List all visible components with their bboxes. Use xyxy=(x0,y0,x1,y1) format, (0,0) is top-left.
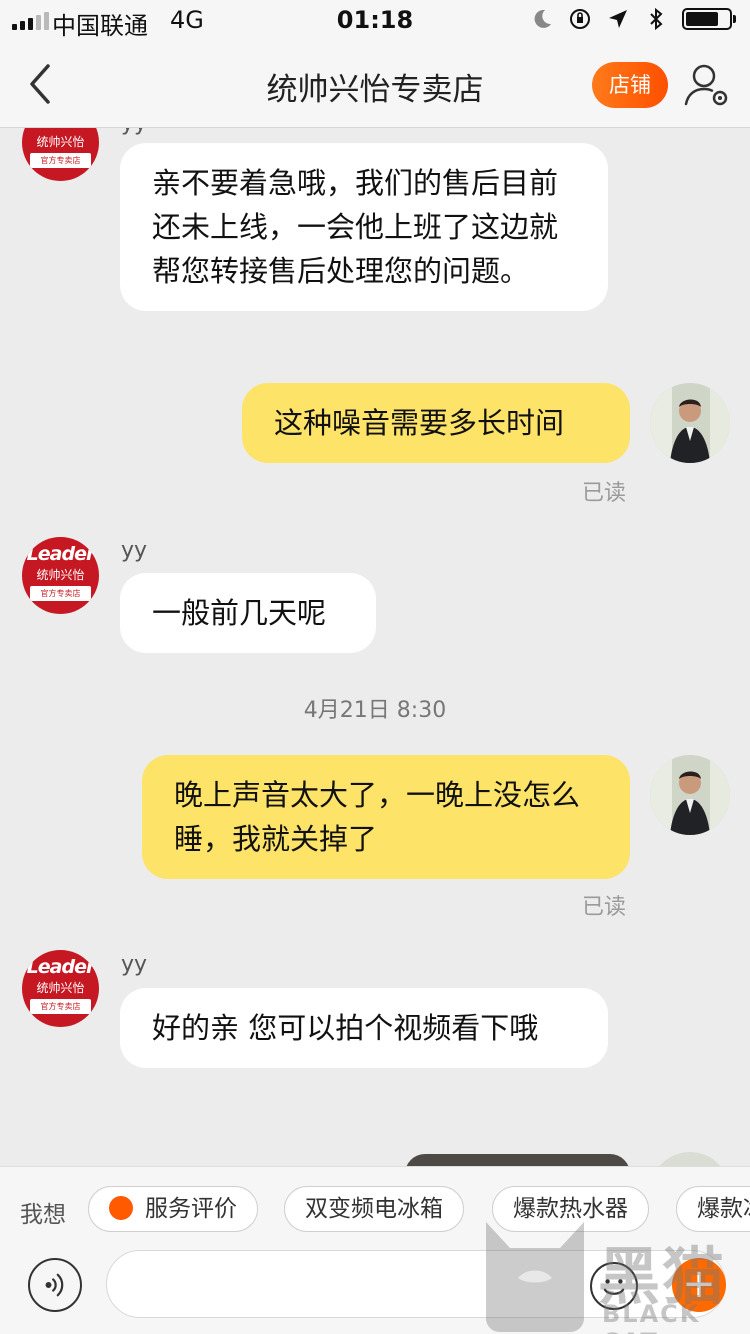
more-actions-button[interactable]: + xyxy=(672,1258,726,1312)
time-separator: 4月21日 8:30 xyxy=(303,698,447,723)
sender-name: yy xyxy=(121,538,148,563)
emoji-button[interactable] xyxy=(590,1262,638,1310)
user-avatar[interactable] xyxy=(650,1152,730,1166)
user-avatar[interactable] xyxy=(650,383,730,463)
chat-history[interactable]: Leader 统帅兴怡 官方专卖店 yy 亲不要着急哦，我们的售后目前还未上线，… xyxy=(0,128,750,1166)
rotation-lock-icon xyxy=(570,9,590,29)
store-avatar[interactable]: Leader 统帅兴怡 官方专卖店 xyxy=(22,950,99,1027)
user-avatar[interactable] xyxy=(650,755,730,835)
location-arrow-icon xyxy=(609,10,627,28)
sender-name: yy xyxy=(121,952,148,977)
quick-reply-more[interactable]: 爆款冰 xyxy=(676,1186,750,1232)
store-avatar[interactable]: Leader 统帅兴怡 官方专卖店 xyxy=(22,537,99,614)
quick-reply-label: 我想 xyxy=(20,1202,66,1228)
input-bar: + xyxy=(0,1250,750,1334)
read-receipt: 已读 xyxy=(582,895,627,920)
user-photo xyxy=(650,383,730,463)
plus-icon: + xyxy=(682,1261,716,1307)
status-icons xyxy=(530,7,736,31)
nav-bar: 统帅兴怡专卖店 店铺 xyxy=(0,40,750,128)
voice-input-button[interactable] xyxy=(28,1258,82,1312)
sender-name: yy xyxy=(121,128,147,136)
store-avatar[interactable]: Leader 统帅兴怡 官方专卖店 xyxy=(22,128,99,181)
quick-reply-fridge[interactable]: 双变频电冰箱 xyxy=(284,1186,464,1232)
battery-icon xyxy=(682,8,736,30)
message-bubble-incoming[interactable]: 一般前几天呢 xyxy=(120,573,376,653)
status-bar: 中国联通 4G 01:18 xyxy=(0,0,750,40)
message-bubble-outgoing[interactable]: 晚上声音太大了，一晚上没怎么睡，我就关掉了 xyxy=(142,755,630,879)
user-photo xyxy=(650,755,730,835)
message-bubble-incoming[interactable]: 好的亲 您可以拍个视频看下哦 xyxy=(120,988,608,1068)
message-bubble-incoming[interactable]: 亲不要着急哦，我们的售后目前还未上线，一会他上班了这边就帮您转接售后处理您的问题… xyxy=(120,143,608,311)
sound-wave-icon xyxy=(45,1273,64,1297)
service-review-icon xyxy=(109,1195,133,1220)
shop-button[interactable]: 店铺 xyxy=(592,62,668,108)
media-message-bubble[interactable] xyxy=(405,1154,630,1166)
moon-icon xyxy=(534,9,551,28)
read-receipt: 已读 xyxy=(582,481,627,506)
quick-reply-water-heater[interactable]: 爆款热水器 xyxy=(492,1186,649,1232)
quick-reply-service-review[interactable]: 服务评价 xyxy=(88,1186,258,1232)
user-settings-icon[interactable] xyxy=(682,60,732,110)
quick-reply-bar: 我想 服务评价 双变频电冰箱 爆款热水器 爆款冰 xyxy=(0,1166,750,1250)
bluetooth-icon xyxy=(650,7,663,31)
message-bubble-outgoing[interactable]: 这种噪音需要多长时间 xyxy=(242,383,630,463)
smiley-icon xyxy=(603,1279,625,1295)
